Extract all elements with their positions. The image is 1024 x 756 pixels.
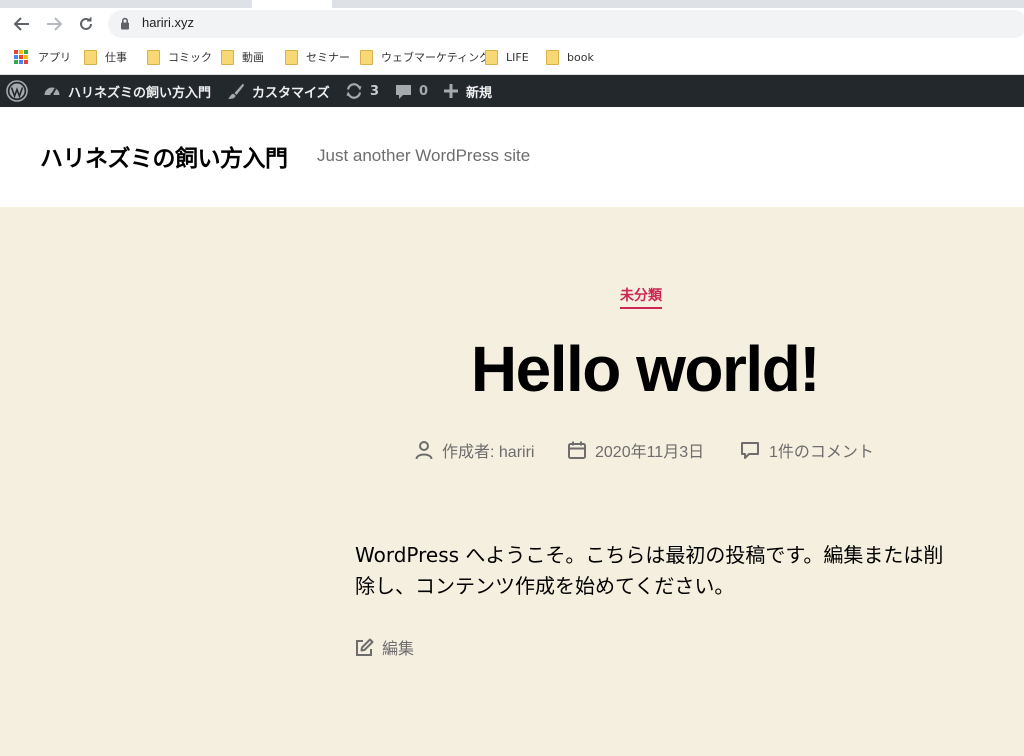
folder-icon (360, 49, 373, 65)
bookmark-folder-video[interactable]: 動画 (221, 48, 264, 66)
updates-refresh-icon (346, 83, 362, 99)
bookmarks-bar: アプリ 仕事 コミック 動画 セミナー ウェブマーケティング LIFE book (0, 40, 1024, 75)
bookmark-label: コミック (168, 51, 212, 64)
customize-link[interactable]: カスタマイズ (227, 75, 330, 107)
comments-label: 1件のコメント (769, 444, 874, 461)
post-author[interactable]: 作成者: hariri (415, 439, 534, 461)
wordpress-logo-icon (6, 80, 28, 102)
site-description: Just another WordPress site (317, 146, 531, 165)
edit-label: 編集 (382, 639, 415, 658)
forward-button[interactable] (42, 12, 66, 36)
folder-icon (485, 49, 498, 65)
category-link[interactable]: 未分類 (620, 285, 662, 309)
site-name-label: ハリネズミの飼い方入門 (68, 85, 212, 101)
new-content-menu[interactable]: 新規 (443, 75, 492, 107)
post-content-area: 未分類 Hello world! 作成者: hariri 2020年11月3日 … (0, 207, 1024, 756)
post-title: Hello world! (470, 333, 821, 405)
bookmark-label: ウェブマーケティング (381, 51, 491, 64)
customize-label: カスタマイズ (252, 85, 330, 101)
folder-icon (84, 49, 97, 65)
bookmark-folder-work[interactable]: 仕事 (84, 48, 127, 66)
comment-bubble-icon (396, 84, 411, 99)
back-button[interactable] (10, 12, 34, 36)
post-date[interactable]: 2020年11月3日 (568, 439, 704, 461)
folder-icon (546, 49, 559, 65)
arrow-left-icon (13, 17, 29, 31)
lock-icon (121, 17, 129, 30)
bookmark-label: book (567, 50, 594, 64)
edit-pencil-icon (356, 638, 374, 656)
person-icon (415, 441, 433, 460)
paintbrush-icon (228, 83, 244, 99)
tab-strip (0, 0, 1024, 8)
site-title[interactable]: ハリネズミの飼い方入門 (40, 139, 288, 173)
url-text: hariri.xyz (142, 15, 195, 30)
folder-icon (285, 49, 298, 65)
bookmark-folder-seminar[interactable]: セミナー (285, 48, 350, 66)
site-name-menu[interactable]: ハリネズミの飼い方入門 (43, 75, 211, 107)
wp-admin-bar: ハリネズミの飼い方入門 カスタマイズ 3 0 新規 (0, 75, 1024, 107)
address-bar[interactable]: hariri.xyz (108, 10, 1024, 38)
bookmark-folder-comic[interactable]: コミック (147, 48, 212, 66)
plus-icon (444, 84, 458, 98)
updates-link[interactable]: 3 (345, 75, 379, 107)
bookmark-folder-web-marketing[interactable]: ウェブマーケティング (360, 48, 490, 66)
arrow-right-icon (47, 17, 63, 31)
author-label: 作成者: hariri (442, 444, 535, 461)
comments-link[interactable]: 0 (395, 75, 428, 107)
site-header: ハリネズミの飼い方入門 Just another WordPress site (0, 107, 1024, 207)
edit-post-link[interactable]: 編集 (355, 635, 414, 659)
apps-grid-icon (14, 50, 28, 64)
wp-logo-menu[interactable] (6, 75, 35, 107)
bookmark-folder-life[interactable]: LIFE (485, 48, 529, 66)
bookmark-label: セミナー (306, 51, 350, 64)
bookmark-label: LIFE (506, 50, 529, 64)
folder-icon (221, 49, 234, 65)
comments-count: 0 (419, 83, 429, 99)
bookmark-label: 仕事 (105, 51, 127, 64)
reload-button[interactable] (74, 12, 98, 36)
browser-toolbar: hariri.xyz (0, 8, 1024, 40)
updates-count: 3 (370, 83, 380, 99)
reload-icon (80, 17, 92, 30)
date-label: 2020年11月3日 (595, 444, 705, 461)
calendar-icon (568, 441, 586, 459)
folder-icon (147, 49, 160, 65)
dashboard-gauge-icon (44, 87, 60, 97)
comment-icon (741, 441, 759, 459)
bookmark-label: 動画 (242, 51, 264, 64)
new-label: 新規 (466, 85, 493, 101)
post-body: WordPress へようこそ。こちらは最初の投稿です。編集または削除し、コンテ… (355, 543, 944, 598)
post-comments-link[interactable]: 1件のコメント (740, 439, 874, 461)
active-tab[interactable] (252, 0, 332, 8)
bookmark-apps[interactable]: アプリ (14, 48, 71, 66)
bookmark-label: アプリ (38, 51, 71, 64)
bookmark-folder-book[interactable]: book (546, 48, 594, 66)
